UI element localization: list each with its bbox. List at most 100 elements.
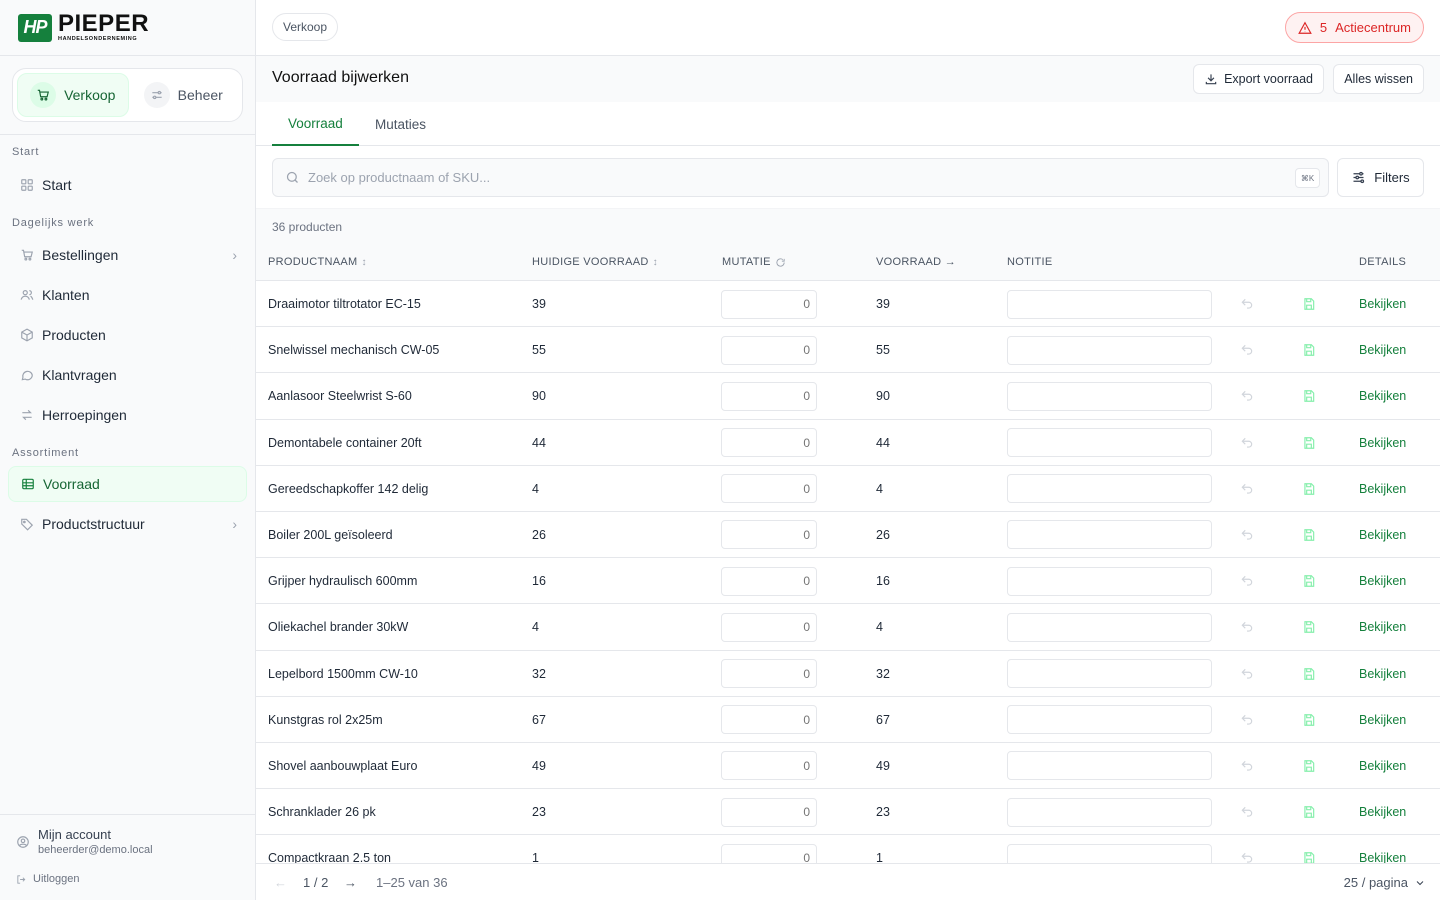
tab-voorraad[interactable]: Voorraad: [272, 102, 359, 146]
warehouse-icon: [22, 478, 34, 490]
sidebar-item-productstructuur[interactable]: Productstructuur ›: [8, 506, 247, 542]
save-button[interactable]: [1302, 558, 1316, 604]
sidebar-item-herroepingen[interactable]: Herroepingen: [8, 397, 247, 433]
mutation-input[interactable]: [721, 612, 817, 642]
note-input[interactable]: [1007, 659, 1212, 688]
save-button[interactable]: [1302, 281, 1316, 327]
note-input[interactable]: [1007, 797, 1212, 827]
save-button[interactable]: [1302, 373, 1316, 419]
mutation-input[interactable]: [721, 381, 817, 411]
column-header-stock[interactable]: HUIDIGE VOORRAAD ↕: [532, 256, 658, 268]
undo-button[interactable]: [1240, 466, 1254, 512]
mutation-input[interactable]: [721, 843, 817, 863]
account-link[interactable]: Mijn account beheerder@demo.local: [16, 827, 153, 856]
table-row: Boiler 200L geïsoleerd 26 26 Bekijken: [256, 512, 1440, 559]
sidebar-item-klanten[interactable]: Klanten: [8, 277, 247, 313]
sidebar-item-bestellingen[interactable]: Bestellingen ›: [8, 237, 247, 273]
view-details-link[interactable]: Bekijken: [1359, 512, 1406, 558]
mode-verkoop-button[interactable]: Verkoop: [17, 73, 129, 117]
undo-button[interactable]: [1240, 373, 1254, 419]
undo-button[interactable]: [1240, 789, 1254, 835]
mutation-input[interactable]: [721, 566, 817, 596]
view-details-link[interactable]: Bekijken: [1359, 466, 1406, 512]
mutation-input[interactable]: [721, 474, 817, 504]
view-details-link[interactable]: Bekijken: [1359, 420, 1406, 466]
export-button[interactable]: Export voorraad: [1193, 64, 1324, 94]
mutation-input[interactable]: [721, 797, 817, 827]
action-center-button[interactable]: 5 Actiecentrum: [1284, 12, 1424, 43]
undo-button[interactable]: [1240, 835, 1254, 863]
mutation-input[interactable]: [721, 428, 817, 458]
note-input[interactable]: [1007, 566, 1212, 596]
save-button[interactable]: [1302, 789, 1316, 835]
undo-button[interactable]: [1240, 327, 1254, 373]
view-details-link[interactable]: Bekijken: [1359, 743, 1406, 789]
brand-logo[interactable]: HP PIEPER HANDELSONDERNEMING: [0, 0, 255, 56]
view-details-link[interactable]: Bekijken: [1359, 697, 1406, 743]
note-input[interactable]: [1007, 428, 1212, 458]
mode-beheer-button[interactable]: Beheer: [129, 73, 239, 117]
note-input[interactable]: [1007, 381, 1212, 411]
column-header-name[interactable]: PRODUCTNAAM ↕: [268, 256, 367, 268]
undo-button[interactable]: [1240, 604, 1254, 650]
note-input[interactable]: [1007, 612, 1212, 642]
note-input[interactable]: [1007, 843, 1212, 863]
search-input[interactable]: [308, 170, 1268, 185]
filters-button[interactable]: Filters: [1337, 158, 1424, 197]
undo-button[interactable]: [1240, 420, 1254, 466]
note-input[interactable]: [1007, 289, 1212, 319]
save-button[interactable]: [1302, 420, 1316, 466]
save-button[interactable]: [1302, 835, 1316, 863]
note-input[interactable]: [1007, 520, 1212, 550]
sidebar-item-klantvragen[interactable]: Klantvragen: [8, 357, 247, 393]
undo-button[interactable]: [1240, 697, 1254, 743]
save-button[interactable]: [1302, 512, 1316, 558]
note-input[interactable]: [1007, 751, 1212, 781]
mutation-input[interactable]: [721, 705, 817, 735]
clear-all-button[interactable]: Alles wissen: [1333, 64, 1424, 94]
mutation-input[interactable]: [721, 520, 817, 550]
note-input[interactable]: [1007, 335, 1212, 365]
view-details-link[interactable]: Bekijken: [1359, 835, 1406, 863]
table-row: Schranklader 26 pk 23 23 Bekijken: [256, 789, 1440, 836]
sidebar-item-producten[interactable]: Producten: [8, 317, 247, 353]
save-button[interactable]: [1302, 651, 1316, 697]
column-header-mutation: MUTATIE: [722, 256, 786, 268]
view-details-link[interactable]: Bekijken: [1359, 327, 1406, 373]
breadcrumb[interactable]: Verkoop: [272, 13, 339, 41]
brand-name: PIEPER: [58, 10, 150, 38]
undo-icon: [1241, 760, 1253, 771]
undo-button[interactable]: [1240, 651, 1254, 697]
prev-page-button[interactable]: ←: [274, 875, 287, 890]
view-details-link[interactable]: Bekijken: [1359, 373, 1406, 419]
next-page-button[interactable]: →: [344, 875, 357, 890]
save-button[interactable]: [1302, 327, 1316, 373]
sidebar-item-start[interactable]: Start: [8, 167, 247, 203]
view-details-link[interactable]: Bekijken: [1359, 281, 1406, 327]
mutation-input[interactable]: [721, 335, 817, 365]
main-content: Verkoop 5 Actiecentrum Voorraad bijwerke…: [256, 0, 1440, 900]
view-details-link[interactable]: Bekijken: [1359, 558, 1406, 604]
undo-button[interactable]: [1240, 558, 1254, 604]
mutation-input[interactable]: [721, 751, 817, 781]
current-stock: 4: [532, 481, 539, 496]
note-input[interactable]: [1007, 705, 1212, 735]
mutation-input[interactable]: [721, 659, 817, 688]
undo-button[interactable]: [1240, 281, 1254, 327]
view-details-link[interactable]: Bekijken: [1359, 604, 1406, 650]
save-button[interactable]: [1302, 604, 1316, 650]
view-details-link[interactable]: Bekijken: [1359, 651, 1406, 697]
undo-button[interactable]: [1240, 743, 1254, 789]
per-page-select[interactable]: 25 / pagina: [1344, 875, 1426, 890]
undo-icon: [1241, 806, 1253, 817]
note-input[interactable]: [1007, 474, 1212, 504]
mutation-input[interactable]: [721, 289, 817, 319]
logout-button[interactable]: Uitloggen: [16, 873, 79, 885]
tab-mutaties[interactable]: Mutaties: [375, 102, 426, 146]
save-button[interactable]: [1302, 697, 1316, 743]
save-button[interactable]: [1302, 743, 1316, 789]
save-button[interactable]: [1302, 466, 1316, 512]
sidebar-item-voorraad[interactable]: Voorraad: [8, 466, 247, 502]
view-details-link[interactable]: Bekijken: [1359, 789, 1406, 835]
undo-button[interactable]: [1240, 512, 1254, 558]
